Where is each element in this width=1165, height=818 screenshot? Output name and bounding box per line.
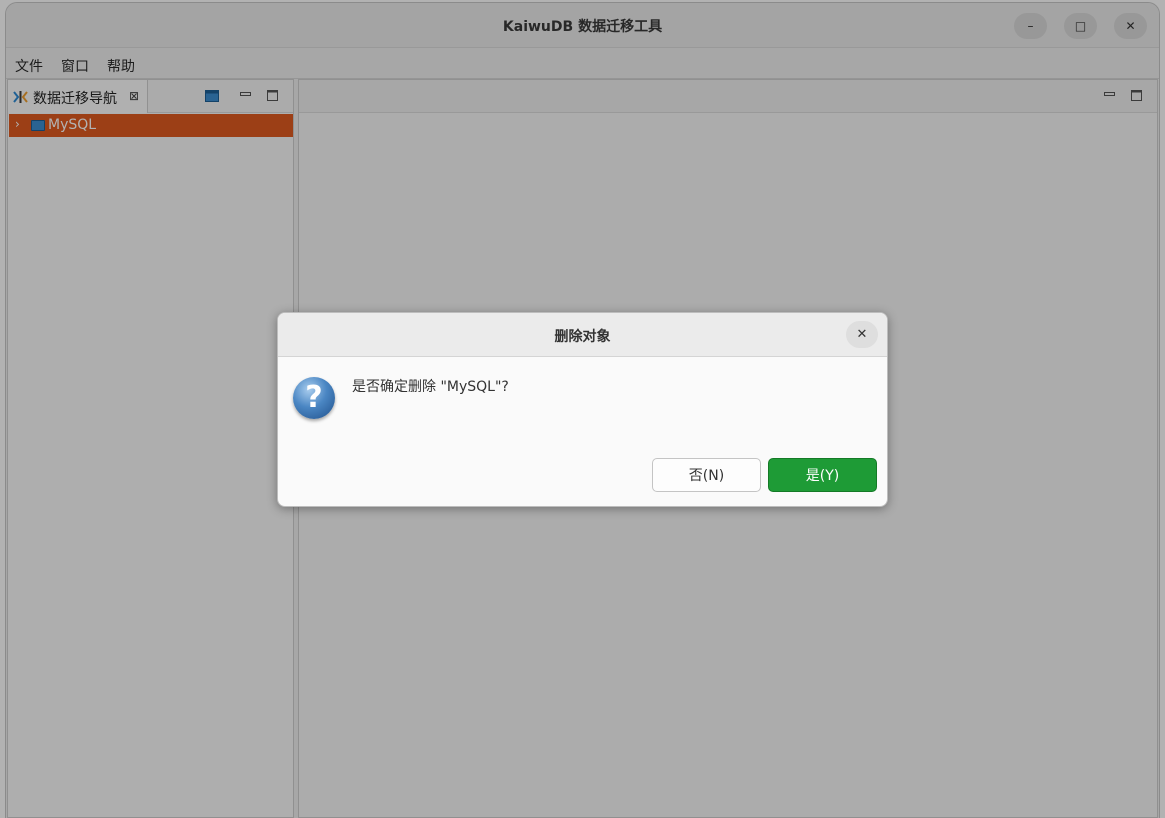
delete-object-dialog: 删除对象 ✕ ? 是否确定删除 "MySQL"? 否(N) 是(Y) <box>277 312 888 507</box>
dialog-header: 删除对象 ✕ <box>278 313 887 357</box>
dialog-close-button[interactable]: ✕ <box>846 321 878 348</box>
no-button[interactable]: 否(N) <box>652 458 761 492</box>
close-icon: ✕ <box>856 327 868 342</box>
question-icon: ? <box>293 377 335 419</box>
dialog-message: 是否确定删除 "MySQL"? <box>352 379 509 395</box>
dialog-title: 删除对象 <box>554 329 611 345</box>
yes-button[interactable]: 是(Y) <box>768 458 877 492</box>
